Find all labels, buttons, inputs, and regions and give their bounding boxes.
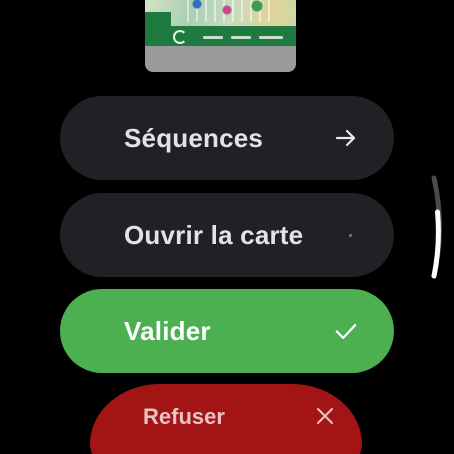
sequences-button[interactable]: Séquences <box>60 96 394 180</box>
sequences-label: Séquences <box>124 122 264 153</box>
map-indicator-icon <box>334 223 358 247</box>
refuse-button[interactable]: Refuser <box>90 384 362 454</box>
arrow-right-icon <box>334 126 358 150</box>
card-illustration <box>187 0 277 22</box>
card-caption <box>203 36 223 39</box>
refuse-label: Refuser <box>143 404 225 429</box>
check-icon <box>334 319 358 343</box>
open-map-label: Ouvrir la carte <box>124 219 304 250</box>
card-thumbnail <box>145 0 296 72</box>
validate-button[interactable]: Valider <box>60 289 394 373</box>
scroll-thumb[interactable] <box>431 209 441 279</box>
card-caption <box>231 36 251 39</box>
watch-screen: Séquences Ouvrir la carte Valider Refuse… <box>0 0 454 454</box>
open-map-button[interactable]: Ouvrir la carte <box>60 193 394 277</box>
validate-label: Valider <box>124 315 211 346</box>
close-icon <box>316 407 334 430</box>
scroll-track <box>431 175 442 279</box>
card-logo-icon <box>173 30 187 44</box>
card-caption <box>259 36 283 39</box>
